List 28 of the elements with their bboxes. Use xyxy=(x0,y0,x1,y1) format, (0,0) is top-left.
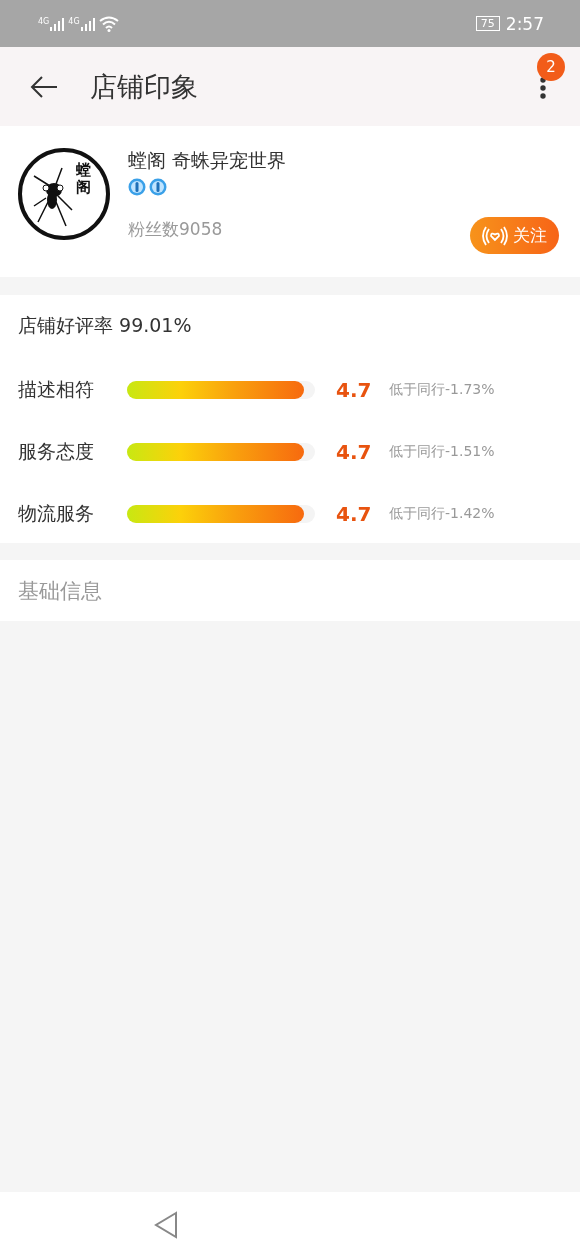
rating-score: 4.7 xyxy=(336,502,373,526)
rating-score: 4.7 xyxy=(336,440,373,464)
rating-label: 物流服务 xyxy=(18,501,95,526)
network-label: 4G xyxy=(68,16,80,26)
wifi-icon xyxy=(98,15,119,32)
industry-comparison: 低于同行-1.73% xyxy=(389,381,495,399)
notification-badge: 2 xyxy=(537,53,565,81)
follow-button[interactable]: 关注 xyxy=(470,217,559,254)
page-title: 店铺印象 xyxy=(90,69,198,104)
rating-label: 服务态度 xyxy=(18,439,95,464)
logo-text: 螳阁 xyxy=(76,162,91,195)
positive-rating-rate: 店铺好评率 99.01% xyxy=(18,313,193,338)
shop-name: 螳阁 奇蛛异宠世界 xyxy=(128,148,287,173)
fan-count: 粉丝数9058 xyxy=(128,218,224,241)
signal-icon xyxy=(80,16,95,31)
industry-comparison: 低于同行-1.51% xyxy=(389,443,495,461)
industry-comparison: 低于同行-1.42% xyxy=(389,505,495,523)
battery-level: 75 xyxy=(475,16,500,31)
network-label: 4G xyxy=(38,16,50,26)
back-arrow-icon[interactable] xyxy=(30,74,58,99)
signal-icon xyxy=(50,16,65,31)
section-title: 基础信息 xyxy=(18,577,102,605)
broadcast-heart-icon xyxy=(482,225,508,246)
rating-score: 4.7 xyxy=(336,378,373,402)
clock-time: 2:57 xyxy=(505,13,544,34)
back-nav-icon[interactable] xyxy=(153,1210,179,1239)
rating-label: 描述相符 xyxy=(18,377,95,402)
more-menu-icon[interactable] xyxy=(540,77,546,99)
